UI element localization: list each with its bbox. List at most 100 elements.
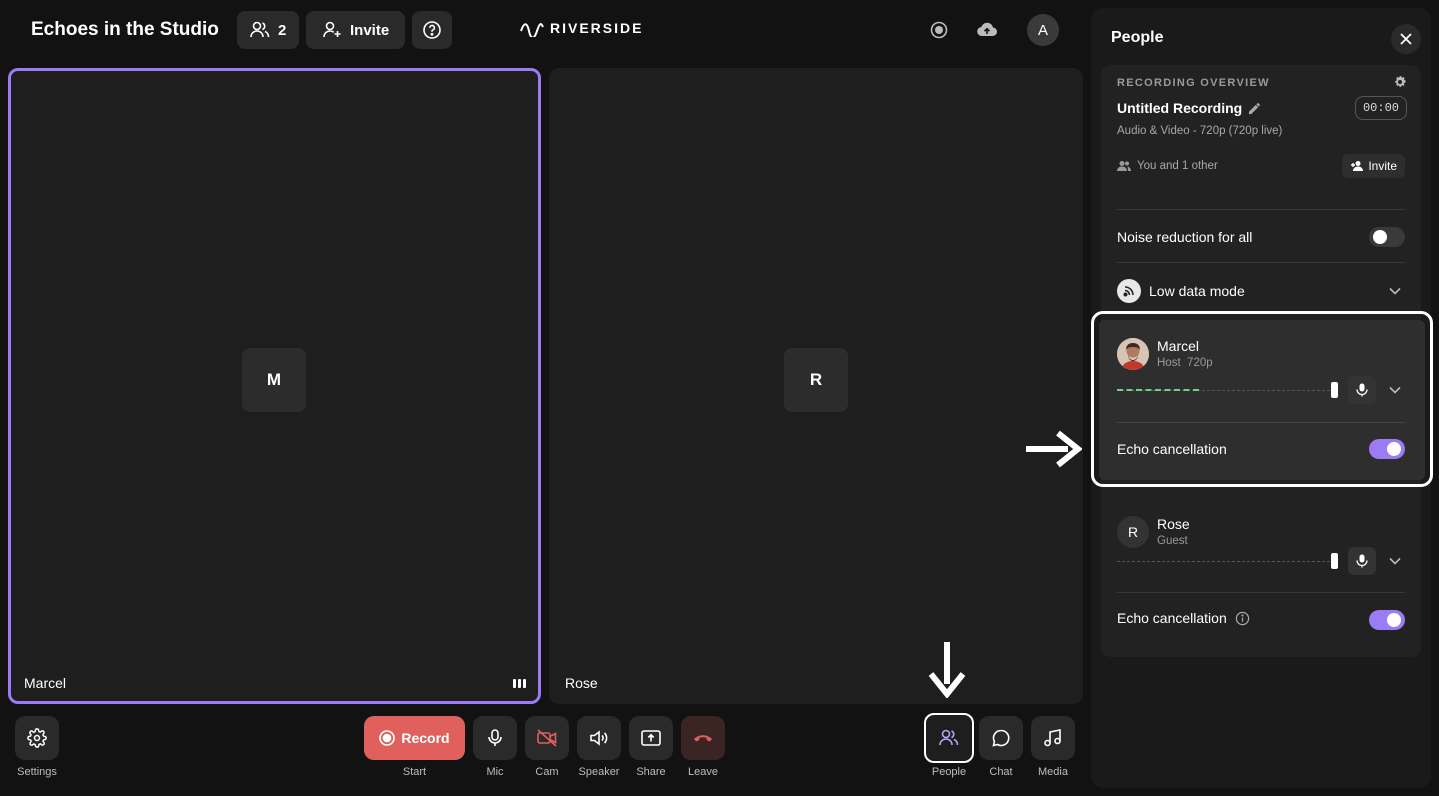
gear-icon	[27, 728, 47, 748]
people-icon	[939, 729, 959, 747]
invite-button[interactable]: Invite	[306, 11, 406, 49]
volume-slider-track[interactable]	[1117, 561, 1335, 562]
add-user-icon	[322, 21, 342, 39]
video-tile-rose[interactable]: R Rose	[549, 68, 1083, 704]
audio-level-icon	[513, 679, 526, 688]
participant-avatar: R	[1117, 516, 1149, 548]
share-button[interactable]	[629, 716, 673, 760]
volume-slider-thumb[interactable]	[1331, 382, 1338, 398]
participant-mic-button[interactable]	[1348, 376, 1376, 404]
low-data-mode-row[interactable]: Low data mode	[1117, 279, 1245, 303]
screen-share-icon	[640, 729, 662, 747]
low-data-mode-label: Low data mode	[1149, 283, 1245, 299]
camera-off-icon	[536, 729, 558, 747]
echo-cancellation-toggle[interactable]	[1369, 610, 1405, 630]
settings-control[interactable]: Settings	[11, 716, 63, 778]
gear-icon[interactable]	[1393, 75, 1407, 89]
overview-heading: RECORDING OVERVIEW	[1117, 77, 1270, 89]
highlight-frame	[1091, 311, 1433, 487]
chat-bubble-icon	[991, 728, 1011, 748]
people-label: People	[931, 766, 967, 778]
chevron-down-icon[interactable]	[1389, 287, 1401, 295]
people-control[interactable]: People	[923, 713, 975, 778]
close-icon	[1400, 33, 1412, 45]
participant-name: Marcel	[1157, 338, 1200, 354]
leave-button[interactable]	[681, 716, 725, 760]
music-note-icon	[1043, 728, 1063, 748]
participants-count: 2	[278, 21, 287, 39]
pencil-icon[interactable]	[1248, 102, 1261, 115]
noise-reduction-toggle[interactable]	[1369, 227, 1405, 247]
people-button[interactable]	[924, 713, 974, 763]
riverside-logo: RIVERSIDE	[520, 19, 643, 37]
video-tile-marcel[interactable]: M Marcel	[8, 68, 541, 704]
settings-button[interactable]	[15, 716, 59, 760]
right-arrow-icon	[1024, 427, 1082, 471]
recording-title[interactable]: Untitled Recording	[1117, 100, 1261, 116]
leave-label: Leave	[688, 766, 718, 778]
share-label: Share	[636, 766, 666, 778]
tile-initial: M	[242, 348, 306, 412]
media-button[interactable]	[1031, 716, 1075, 760]
hang-up-icon	[692, 732, 714, 744]
invite-label: Invite	[350, 21, 390, 39]
panel-invite-button[interactable]: Invite	[1342, 154, 1405, 178]
close-panel-button[interactable]	[1391, 24, 1421, 54]
echo-cancellation-label: Echo cancellation	[1117, 441, 1227, 457]
people-icon	[1117, 160, 1131, 172]
participants-summary: You and 1 other	[1117, 160, 1218, 172]
divider	[1117, 592, 1405, 593]
audio-level-meter	[1117, 389, 1199, 391]
help-icon	[422, 20, 442, 40]
settings-label: Settings	[17, 766, 57, 778]
user-avatar[interactable]: A	[1027, 14, 1059, 46]
cam-control[interactable]: Cam	[521, 716, 573, 778]
invite-label: Invite	[1368, 159, 1397, 173]
chat-label: Chat	[989, 766, 1013, 778]
echo-cancellation-label: Echo cancellation	[1117, 610, 1227, 626]
cloud-upload-icon[interactable]	[976, 21, 998, 39]
down-arrow-icon	[925, 640, 969, 698]
volume-slider-thumb[interactable]	[1331, 553, 1338, 569]
participant-name: Rose	[1157, 516, 1190, 532]
speaker-control[interactable]: Speaker	[573, 716, 625, 778]
top-bar: Echoes in the Studio 2 Invite RIVERSIDE …	[0, 0, 1090, 60]
mic-control[interactable]: Mic	[469, 716, 521, 778]
chat-button[interactable]	[979, 716, 1023, 760]
divider	[1117, 422, 1405, 423]
microphone-icon	[1356, 554, 1368, 568]
studio-title: Echoes in the Studio	[31, 19, 219, 40]
chevron-down-icon[interactable]	[1389, 386, 1401, 394]
chevron-down-icon[interactable]	[1389, 557, 1401, 565]
recording-timer: 00:00	[1355, 96, 1407, 120]
record-label: Record	[401, 730, 450, 746]
tile-name: Marcel	[24, 675, 67, 691]
mic-button[interactable]	[473, 716, 517, 760]
echo-cancellation-toggle[interactable]	[1369, 439, 1405, 459]
record-button[interactable]: Record	[364, 716, 465, 760]
record-status-icon[interactable]	[930, 21, 948, 39]
speaker-button[interactable]	[577, 716, 621, 760]
microphone-icon	[485, 728, 505, 748]
recording-quality: Audio & Video - 720p (720p live)	[1117, 125, 1283, 137]
participant-role: Host 720p	[1157, 357, 1213, 369]
tile-name: Rose	[565, 675, 598, 691]
participants-button[interactable]: 2	[237, 11, 300, 49]
leave-control[interactable]: Leave	[677, 716, 729, 778]
record-icon	[379, 730, 396, 746]
info-icon[interactable]	[1235, 611, 1250, 626]
media-label: Media	[1038, 766, 1068, 778]
media-control[interactable]: Media	[1027, 716, 1079, 778]
chat-control[interactable]: Chat	[975, 716, 1027, 778]
share-control[interactable]: Share	[625, 716, 677, 778]
speaker-label: Speaker	[578, 766, 620, 778]
cam-button[interactable]	[525, 716, 569, 760]
signal-icon	[1117, 279, 1141, 303]
participant-avatar	[1117, 338, 1149, 370]
mic-label: Mic	[486, 766, 504, 778]
participants-text: You and 1 other	[1137, 160, 1218, 172]
participant-mic-button[interactable]	[1348, 547, 1376, 575]
help-button[interactable]	[412, 11, 452, 49]
echo-cancellation-row: Echo cancellation	[1117, 610, 1250, 626]
noise-reduction-label: Noise reduction for all	[1117, 229, 1253, 245]
